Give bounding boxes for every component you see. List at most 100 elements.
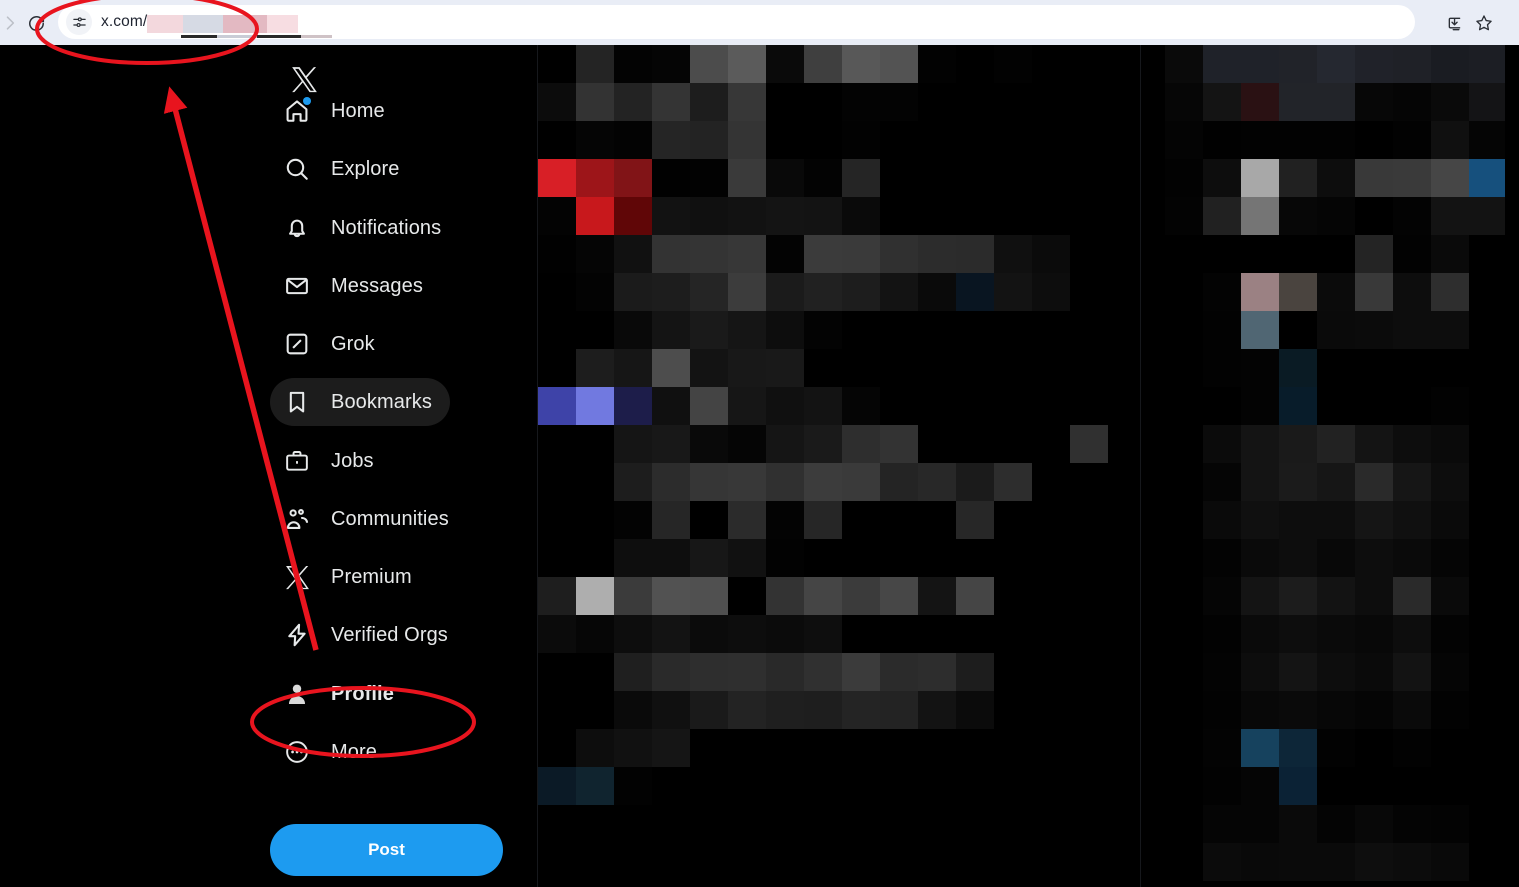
mosaic-block	[880, 767, 918, 805]
mosaic-block	[1241, 197, 1279, 235]
sidebar-item-explore[interactable]: Explore	[270, 145, 418, 193]
mosaic-block	[1165, 121, 1203, 159]
mosaic-block	[652, 159, 690, 197]
mosaic-block	[1108, 653, 1140, 691]
mosaic-block	[690, 273, 728, 311]
mosaic-block	[766, 387, 804, 425]
bookmark-star-icon[interactable]	[1470, 9, 1498, 37]
mosaic-block	[804, 501, 842, 539]
timeline-censored-content[interactable]	[538, 45, 1140, 887]
person-filled-icon	[282, 679, 312, 709]
mosaic-block	[1032, 349, 1070, 387]
sidebar-item-jobs[interactable]: Jobs	[270, 437, 392, 485]
mosaic-block	[1469, 349, 1505, 387]
sidebar-item-premium[interactable]: Premium	[270, 553, 430, 601]
mosaic-block	[1279, 653, 1317, 691]
sidebar-item-more[interactable]: More	[270, 728, 395, 776]
mosaic-block	[1469, 881, 1505, 887]
mosaic-block	[918, 425, 956, 463]
mosaic-block	[956, 843, 994, 881]
mosaic-block	[918, 577, 956, 615]
mosaic-block	[576, 653, 614, 691]
mosaic-block	[1279, 501, 1317, 539]
sidebar-item-grok[interactable]: Grok	[270, 320, 393, 368]
mosaic-block	[956, 881, 994, 887]
mosaic-block	[1393, 691, 1431, 729]
mosaic-block	[1203, 311, 1241, 349]
mosaic-block	[880, 311, 918, 349]
mosaic-block	[652, 45, 690, 83]
mosaic-block	[956, 729, 994, 767]
mosaic-block	[880, 235, 918, 273]
mosaic-block	[614, 121, 652, 159]
mosaic-block	[1165, 843, 1203, 881]
mosaic-block	[918, 653, 956, 691]
mosaic-block	[1469, 729, 1505, 767]
mosaic-block	[994, 349, 1032, 387]
mosaic-block	[1165, 501, 1203, 539]
sidebar-item-profile[interactable]: Profile	[270, 670, 412, 718]
mosaic-block	[652, 805, 690, 843]
mosaic-block	[614, 615, 652, 653]
mosaic-block	[652, 349, 690, 387]
mosaic-block	[1241, 805, 1279, 843]
mosaic-block	[614, 539, 652, 577]
mosaic-block	[842, 729, 880, 767]
mosaic-block	[880, 387, 918, 425]
right-sidebar-censored-content[interactable]	[1165, 45, 1505, 887]
mosaic-block	[652, 197, 690, 235]
mosaic-block	[1108, 577, 1140, 615]
mosaic-block	[918, 539, 956, 577]
mosaic-block	[766, 843, 804, 881]
mosaic-block	[690, 311, 728, 349]
address-bar[interactable]: x.com/	[58, 5, 1415, 39]
url-text-container[interactable]: x.com/	[101, 10, 299, 34]
site-settings-sliders-icon[interactable]	[66, 9, 92, 35]
mosaic-block	[652, 311, 690, 349]
mosaic-block	[538, 159, 576, 197]
mosaic-block	[1241, 881, 1279, 887]
mosaic-block	[652, 881, 690, 887]
mosaic-block	[614, 311, 652, 349]
mosaic-block	[614, 159, 652, 197]
sidebar-item-messages[interactable]: Messages	[270, 262, 441, 310]
sidebar-item-communities[interactable]: Communities	[270, 495, 467, 543]
mosaic-block	[1241, 729, 1279, 767]
mosaic-block	[728, 159, 766, 197]
mosaic-block	[1108, 83, 1140, 121]
mosaic-block	[614, 83, 652, 121]
mosaic-block	[880, 45, 918, 83]
mosaic-block	[614, 273, 652, 311]
sidebar-item-bookmarks[interactable]: Bookmarks	[270, 378, 450, 426]
mosaic-block	[804, 311, 842, 349]
mosaic-block	[880, 539, 918, 577]
mosaic-block	[576, 767, 614, 805]
mosaic-block	[804, 387, 842, 425]
mosaic-block	[1431, 729, 1469, 767]
mosaic-block	[804, 45, 842, 83]
mosaic-block	[804, 197, 842, 235]
forward-arrow-icon[interactable]	[0, 9, 24, 37]
mosaic-block	[728, 45, 766, 83]
mosaic-block	[538, 881, 576, 887]
install-app-icon[interactable]	[1438, 9, 1466, 37]
mosaic-block	[690, 121, 728, 159]
mosaic-block	[1241, 235, 1279, 273]
mosaic-block	[576, 843, 614, 881]
mosaic-block	[1203, 767, 1241, 805]
mosaic-block	[1165, 349, 1203, 387]
mosaic-block	[1355, 843, 1393, 881]
reload-icon[interactable]	[22, 9, 50, 37]
mosaic-block	[1070, 387, 1108, 425]
mosaic-block	[1317, 843, 1355, 881]
mosaic-block	[538, 463, 576, 501]
post-button[interactable]: Post	[270, 824, 503, 876]
sidebar-item-verified-orgs[interactable]: Verified Orgs	[270, 611, 466, 659]
sidebar-item-home[interactable]: Home	[270, 87, 403, 135]
mosaic-block	[652, 615, 690, 653]
mosaic-block	[842, 539, 880, 577]
mosaic-block	[1469, 425, 1505, 463]
mosaic-block	[1279, 83, 1317, 121]
url-redaction-blocks	[147, 11, 299, 33]
sidebar-item-notifications[interactable]: Notifications	[270, 204, 459, 252]
